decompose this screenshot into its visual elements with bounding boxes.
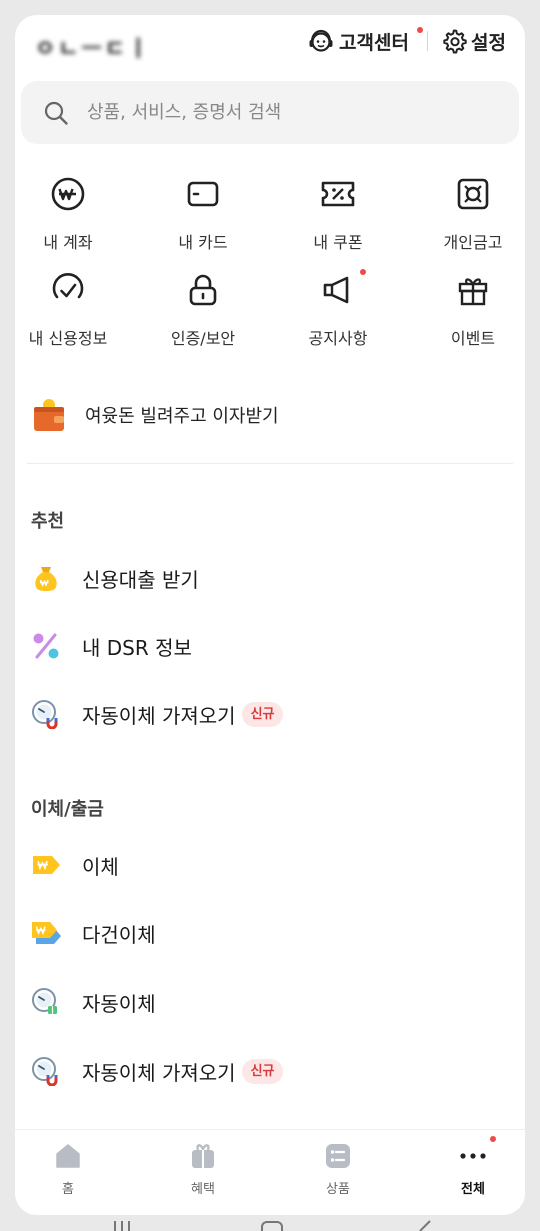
new-badge: 신규 [241, 1058, 284, 1084]
nav-label: 홈 [62, 1182, 74, 1197]
home-system-icon[interactable] [261, 1221, 283, 1231]
home-icon [56, 1144, 80, 1168]
section-title-transfer: 이체/출금 [31, 799, 104, 820]
nav-label: 혜택 [191, 1182, 215, 1197]
auto-transfer-icon [32, 988, 57, 1014]
won-circle-icon [51, 177, 85, 211]
settings-label: 설정 [471, 31, 506, 54]
menu-item-multi-transfer[interactable]: 다건이체 [31, 913, 156, 953]
menu-item-auto-transfer-import[interactable]: 자동이체 가져오기 신규 [31, 1051, 284, 1091]
search-bar[interactable] [21, 81, 519, 144]
auto-transfer-import-icon [32, 700, 58, 729]
shortcut-auth-security[interactable]: 인증/보안 [143, 271, 263, 357]
gift-icon [458, 278, 488, 306]
gear-icon [443, 29, 467, 54]
shortcut-label: 내 계좌 [43, 233, 93, 252]
nav-home[interactable]: 홈 [28, 1142, 108, 1197]
menu-item-label: 자동이체 [82, 991, 156, 1016]
nav-label: 전체 [461, 1182, 485, 1197]
percent-icon [33, 633, 59, 659]
credit-check-icon [52, 273, 84, 299]
money-bag-icon [35, 567, 57, 591]
menu-item-dsr-info[interactable]: 내 DSR 정보 [31, 626, 192, 666]
shortcut-credit-info[interactable]: 내 신용정보 [15, 271, 128, 357]
nav-label: 상품 [326, 1182, 350, 1197]
shortcut-label: 내 신용정보 [28, 329, 108, 348]
header-divider [427, 31, 428, 51]
nav-product[interactable]: 상품 [298, 1142, 378, 1197]
menu-item-transfer[interactable]: 이체 [31, 845, 119, 885]
user-name[interactable]: ㅇㄴㅡㄷㅣ [35, 31, 151, 63]
headset-icon [309, 29, 333, 52]
customer-center-button[interactable]: 고객센터 [307, 25, 409, 57]
menu-item-label: 자동이체 가져오기 [82, 1060, 236, 1085]
top-header: ㅇㄴㅡㄷㅣ 고객센터 설정 [15, 15, 525, 71]
more-icon [460, 1153, 486, 1159]
shortcut-label: 내 쿠폰 [313, 233, 363, 252]
shortcut-label: 공지사항 [308, 329, 368, 348]
shortcut-label: 개인금고 [443, 233, 503, 252]
recent-apps-icon[interactable] [114, 1221, 130, 1231]
shortcut-event[interactable]: 이벤트 [413, 271, 525, 357]
menu-item-auto-transfer-import[interactable]: 자동이체 가져오기 신규 [31, 694, 284, 734]
menu-item-credit-loan[interactable]: 신용대출 받기 [31, 558, 199, 598]
search-icon [44, 101, 68, 125]
product-icon [326, 1144, 350, 1168]
promo-label: 여윳돈 빌려주고 이자받기 [85, 406, 279, 427]
nav-all-new-dot [490, 1136, 496, 1142]
shortcut-my-card[interactable]: 내 카드 [143, 175, 263, 261]
shortcut-notice[interactable]: 공지사항 [278, 269, 398, 357]
benefit-icon [192, 1144, 214, 1168]
menu-item-label: 다건이체 [82, 922, 156, 947]
menu-item-label: 이체 [82, 854, 119, 879]
wallet-icon [34, 399, 64, 431]
section-divider [27, 463, 513, 464]
menu-item-label: 신용대출 받기 [82, 567, 199, 592]
coupon-icon [321, 181, 355, 207]
bottom-nav: 홈 혜택 상품 전체 [15, 1129, 525, 1215]
card-icon [187, 181, 219, 207]
lock-icon [189, 274, 217, 306]
shortcut-my-coupon[interactable]: 내 쿠폰 [278, 175, 398, 261]
promo-banner[interactable]: 여윳돈 빌려주고 이자받기 [33, 393, 279, 437]
menu-item-auto-transfer[interactable]: 자동이체 [31, 982, 156, 1022]
system-nav-bar [114, 1220, 431, 1231]
safe-icon [457, 178, 489, 210]
menu-item-label: 내 DSR 정보 [82, 635, 192, 660]
back-icon[interactable] [419, 1220, 431, 1231]
shortcut-my-account[interactable]: 내 계좌 [15, 175, 128, 261]
notification-dot [417, 27, 423, 33]
shortcut-label: 이벤트 [450, 329, 496, 348]
notice-new-dot [360, 269, 366, 275]
app-screen: ㅇㄴㅡㄷㅣ 고객센터 설정 상품, 서비스, 증명서 검색 내 계좌 내 카드 … [15, 15, 525, 1215]
shortcut-personal-safe[interactable]: 개인금고 [413, 175, 525, 261]
new-badge: 신규 [241, 701, 284, 727]
section-title-recommend: 추천 [31, 511, 65, 532]
auto-transfer-import-icon [32, 1057, 58, 1086]
menu-item-label: 자동이체 가져오기 [82, 703, 236, 728]
nav-benefit[interactable]: 혜택 [163, 1142, 243, 1197]
megaphone-icon [323, 276, 349, 304]
multi-transfer-icon [32, 922, 61, 944]
settings-button[interactable]: 설정 [441, 25, 506, 57]
shortcut-label: 인증/보안 [170, 329, 236, 348]
search-input[interactable] [87, 102, 467, 123]
transfer-icon [33, 856, 60, 874]
shortcut-label: 내 카드 [178, 233, 228, 252]
nav-all[interactable]: 전체 [433, 1136, 513, 1197]
customer-center-label: 고객센터 [339, 31, 409, 54]
